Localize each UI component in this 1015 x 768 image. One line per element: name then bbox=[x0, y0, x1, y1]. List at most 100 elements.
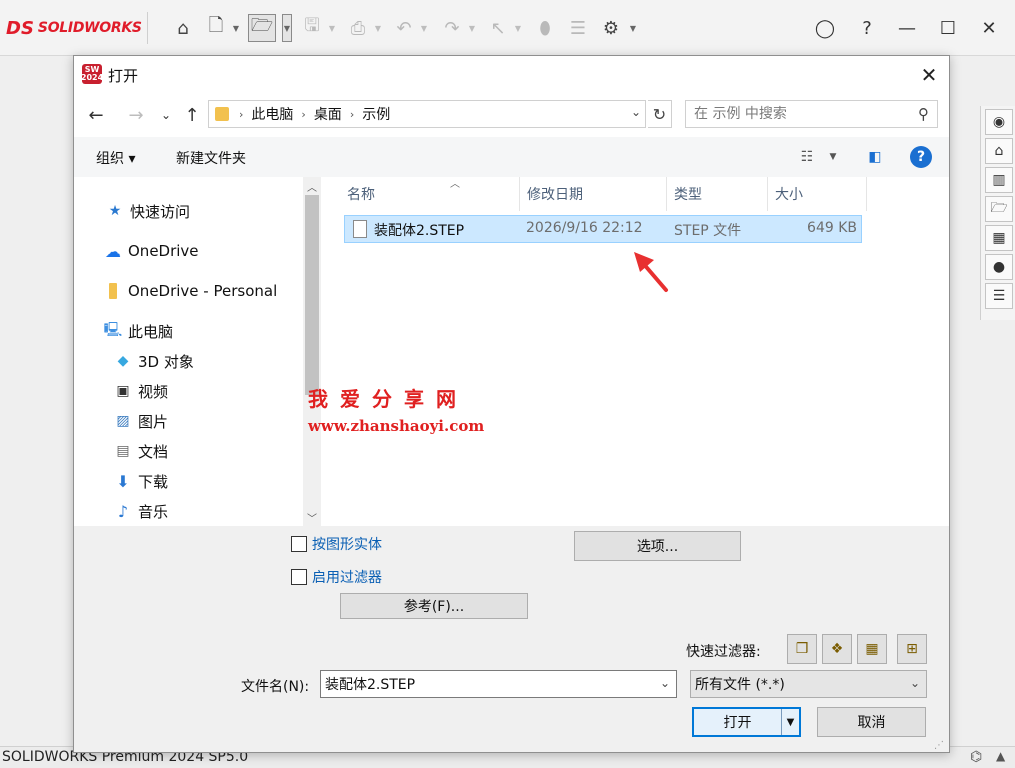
column-divider[interactable] bbox=[666, 177, 667, 211]
back-icon[interactable]: ← bbox=[84, 103, 108, 127]
cancel-button[interactable]: 取消 bbox=[817, 707, 926, 737]
view-options-icon[interactable]: ☷ bbox=[796, 146, 818, 168]
nav-scrollbar[interactable]: ︿ ﹀ bbox=[303, 177, 321, 526]
nav-item-onedrive-personal[interactable]: OneDrive - Personal bbox=[104, 277, 321, 305]
appearances-icon[interactable]: ● bbox=[985, 254, 1013, 280]
options-icon[interactable]: ⚙ bbox=[597, 14, 625, 42]
chevron-right-icon[interactable]: › bbox=[239, 108, 243, 121]
save-icon[interactable]: 🖫 bbox=[298, 14, 326, 42]
refresh-icon[interactable]: ↻ bbox=[648, 100, 672, 128]
column-divider[interactable] bbox=[767, 177, 768, 211]
view-dropdown-icon[interactable]: ▼ bbox=[822, 146, 844, 168]
open-icon[interactable]: 🗁 bbox=[248, 14, 276, 42]
select-icon[interactable]: ↖ bbox=[484, 14, 512, 42]
search-box[interactable]: ⚲ bbox=[685, 100, 938, 128]
help-icon[interactable]: ? bbox=[852, 14, 882, 42]
checkbox-label[interactable]: 启用过滤器 bbox=[312, 567, 382, 587]
minimize-icon[interactable]: — bbox=[892, 14, 922, 42]
scroll-up-icon[interactable]: ︿ bbox=[303, 177, 321, 195]
design-library-icon[interactable]: ▥ bbox=[985, 167, 1013, 193]
save-dropdown[interactable]: ▼ bbox=[327, 14, 337, 42]
home-icon[interactable]: ⌂ bbox=[169, 14, 197, 42]
file-properties-icon[interactable]: ☰ bbox=[564, 14, 592, 42]
chevron-down-icon[interactable]: ⌄ bbox=[910, 676, 920, 690]
new-document-icon[interactable]: 🗋 bbox=[202, 14, 230, 42]
chevron-down-icon[interactable]: ⌄ bbox=[660, 676, 670, 690]
nav-item-3d-objects[interactable]: ◆ 3D 对象 bbox=[114, 347, 321, 375]
checkbox-box[interactable] bbox=[291, 536, 307, 552]
filename-field[interactable]: 装配体2.STEP ⌄ bbox=[320, 670, 677, 698]
recent-locations-icon[interactable]: ⌄ bbox=[154, 103, 178, 127]
scroll-down-icon[interactable]: ﹀ bbox=[303, 508, 321, 526]
close-icon[interactable]: ✕ bbox=[974, 14, 1004, 42]
file-explorer-icon[interactable]: 🗁 bbox=[985, 196, 1013, 222]
column-divider[interactable] bbox=[519, 177, 520, 211]
nav-item-onedrive[interactable]: ☁ OneDrive bbox=[104, 237, 321, 265]
new-folder-button[interactable]: 新建文件夹 bbox=[176, 148, 246, 168]
user-icon[interactable]: ◯ bbox=[810, 14, 840, 42]
nav-item-pictures[interactable]: ▨ 图片 bbox=[114, 407, 321, 435]
nav-item-downloads[interactable]: ⬇ 下载 bbox=[114, 467, 321, 495]
chevron-right-icon[interactable]: › bbox=[350, 108, 354, 121]
print-dropdown[interactable]: ▼ bbox=[373, 14, 383, 42]
print-icon[interactable]: ⎙ bbox=[344, 14, 372, 42]
redo-dropdown[interactable]: ▼ bbox=[467, 14, 477, 42]
open-button[interactable]: 打开 ▼ bbox=[692, 707, 801, 737]
reference-button[interactable]: 参考(F)... bbox=[340, 593, 528, 619]
chevron-right-icon[interactable]: › bbox=[301, 108, 305, 121]
dialog-close-icon[interactable]: ✕ bbox=[914, 60, 944, 90]
search-input[interactable] bbox=[694, 101, 904, 127]
checkbox-box[interactable] bbox=[291, 569, 307, 585]
file-row[interactable]: 装配体2.STEP 2026/9/16 22:12 STEP 文件 649 KB bbox=[344, 215, 862, 243]
nav-item-this-pc[interactable]: 🖳 此电脑 bbox=[104, 317, 321, 345]
checkbox-label[interactable]: 按图形实体 bbox=[312, 534, 382, 554]
open-dropdown-icon[interactable]: ▼ bbox=[781, 709, 799, 735]
column-header-type[interactable]: 类型 bbox=[674, 177, 764, 211]
expand-icon[interactable]: ▲ bbox=[996, 749, 1005, 763]
filename-input[interactable]: 装配体2.STEP bbox=[325, 674, 415, 694]
filter-top-level-assemblies-icon[interactable]: ⊞ bbox=[897, 634, 927, 664]
nav-item-documents[interactable]: ▤ 文档 bbox=[114, 437, 321, 465]
custom-properties-icon[interactable]: ☰ bbox=[985, 283, 1013, 309]
column-header-date[interactable]: 修改日期 bbox=[527, 177, 667, 211]
filter-parts-icon[interactable]: ❒ bbox=[787, 634, 817, 664]
graphics-entity-checkbox[interactable]: 按图形实体 bbox=[291, 534, 382, 554]
open-dropdown[interactable]: ▼ bbox=[282, 14, 292, 42]
organize-button[interactable]: 组织 ▾ bbox=[96, 148, 135, 168]
new-dropdown[interactable]: ▼ bbox=[231, 14, 241, 42]
solidworks-resources-icon[interactable]: ◉ bbox=[985, 109, 1013, 135]
breadcrumb-item[interactable]: 桌面 bbox=[314, 104, 342, 124]
select-dropdown[interactable]: ▼ bbox=[513, 14, 523, 42]
nav-item-videos[interactable]: ▣ 视频 bbox=[114, 377, 321, 405]
rebuild-icon[interactable]: ⬮ bbox=[531, 14, 559, 42]
options-button[interactable]: 选项... bbox=[574, 531, 741, 561]
column-header-size[interactable]: 大小 bbox=[775, 177, 865, 211]
redo-icon[interactable]: ↷ bbox=[438, 14, 466, 42]
view-palette-icon[interactable]: ▦ bbox=[985, 225, 1013, 251]
tag-icon[interactable]: ⌬ bbox=[970, 749, 982, 765]
filetype-select[interactable]: 所有文件 (*.*) ⌄ bbox=[690, 670, 927, 698]
breadcrumb-item[interactable]: 示例 bbox=[362, 104, 390, 124]
preview-pane-icon[interactable]: ◧ bbox=[864, 146, 886, 168]
chevron-down-icon[interactable]: ⌄ bbox=[631, 105, 641, 119]
maximize-icon[interactable]: ☐ bbox=[933, 14, 963, 42]
column-divider[interactable] bbox=[866, 177, 867, 211]
nav-item-music[interactable]: ♪ 音乐 bbox=[114, 497, 321, 525]
breadcrumb-item[interactable]: 此电脑 bbox=[251, 104, 293, 124]
filter-drawings-icon[interactable]: ▦ bbox=[857, 634, 887, 664]
nav-item-quick-access[interactable]: ★ 快速访问 bbox=[106, 197, 321, 225]
forward-icon[interactable]: → bbox=[124, 103, 148, 127]
undo-icon[interactable]: ↶ bbox=[390, 14, 418, 42]
home-icon[interactable]: ⌂ bbox=[985, 138, 1013, 164]
search-icon[interactable]: ⚲ bbox=[918, 105, 929, 123]
filter-assemblies-icon[interactable]: ❖ bbox=[822, 634, 852, 664]
resize-grip-icon[interactable]: ⋰ bbox=[934, 740, 944, 751]
help-icon[interactable]: ? bbox=[910, 146, 932, 168]
up-icon[interactable]: ↑ bbox=[180, 103, 204, 127]
address-bar[interactable]: › 此电脑 › 桌面 › 示例 ⌄ bbox=[208, 100, 646, 128]
options-dropdown[interactable]: ▼ bbox=[628, 14, 638, 42]
undo-dropdown[interactable]: ▼ bbox=[419, 14, 429, 42]
column-header-name[interactable]: 名称 ︿ bbox=[347, 177, 517, 211]
enable-filter-checkbox[interactable]: 启用过滤器 bbox=[291, 567, 382, 587]
scroll-thumb[interactable] bbox=[305, 195, 319, 395]
